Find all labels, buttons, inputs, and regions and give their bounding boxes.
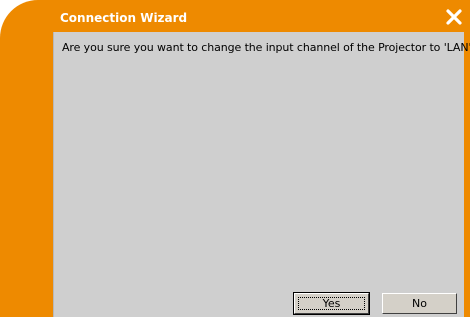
close-button[interactable] (446, 9, 462, 25)
no-button-label: No (412, 297, 427, 310)
yes-button[interactable]: Yes (293, 292, 370, 315)
close-x-icon (446, 9, 462, 25)
no-button[interactable]: No (382, 293, 457, 314)
window-title: Connection Wizard (60, 11, 188, 25)
yes-button-label: Yes (322, 297, 341, 310)
confirmation-message: Are you sure you want to change the inpu… (62, 41, 472, 54)
window-frame: Connection Wizard Are you sure you want … (0, 0, 472, 317)
dialog-content: Are you sure you want to change the inpu… (53, 32, 472, 317)
connection-wizard-window: Connection Wizard Are you sure you want … (0, 0, 472, 317)
